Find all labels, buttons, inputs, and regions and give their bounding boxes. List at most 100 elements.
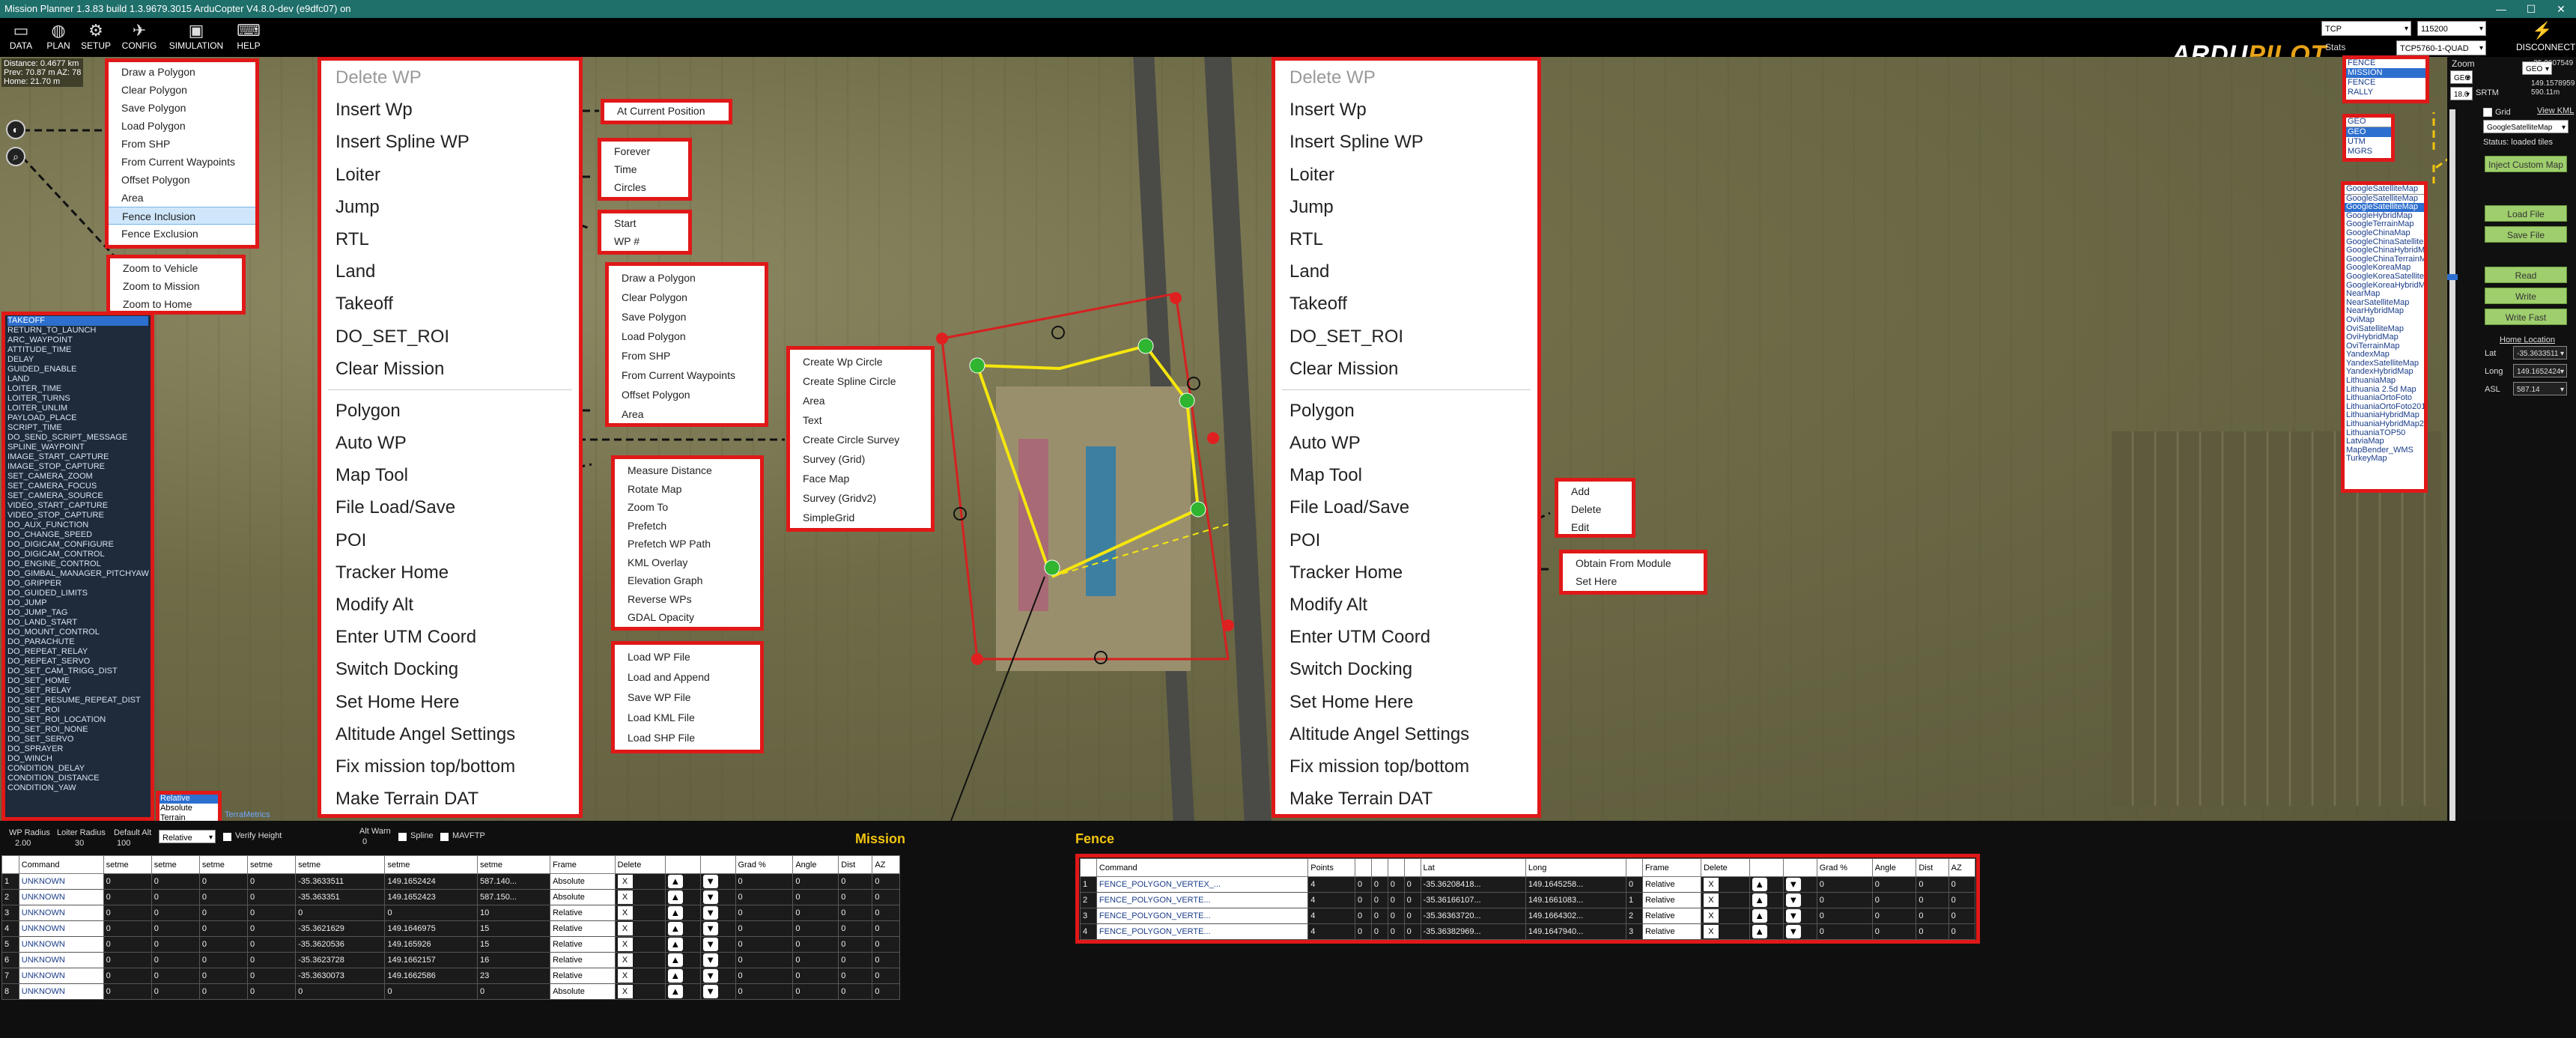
menu-item[interactable]: Takeoff xyxy=(321,288,580,320)
table-cell[interactable]: 0 xyxy=(1816,923,1873,940)
command-option[interactable]: DO_DIGICAM_CONFIGURE xyxy=(7,540,148,550)
command-option[interactable]: PAYLOAD_PLACE xyxy=(7,413,148,423)
delete-button[interactable]: X xyxy=(1703,893,1719,907)
command-cell[interactable]: FENCE_POLYGON_VERTEX_... xyxy=(1096,876,1309,893)
command-cell[interactable]: UNKNOWN xyxy=(18,889,104,905)
column-header[interactable]: Points xyxy=(1307,858,1355,877)
command-option[interactable]: DO_ENGINE_CONTROL xyxy=(7,559,148,569)
home-asl-input[interactable]: 587.14 xyxy=(2513,382,2567,398)
command-option[interactable]: LOITER_TURNS xyxy=(7,394,148,404)
table-cell[interactable]: 0 xyxy=(198,952,249,968)
table-cell[interactable]: 0 xyxy=(1816,892,1873,908)
delete-button[interactable]: X xyxy=(617,985,633,998)
table-cell[interactable]: 0 xyxy=(735,968,794,984)
command-option[interactable]: DO_SET_ROI_NONE xyxy=(7,725,148,735)
command-cell[interactable]: UNKNOWN xyxy=(18,983,104,1000)
command-option[interactable]: DO_JUMP_TAG xyxy=(7,608,148,618)
command-cell[interactable]: UNKNOWN xyxy=(18,936,104,953)
frame-cell[interactable]: Relative xyxy=(550,905,616,921)
delete-button[interactable]: X xyxy=(617,922,633,935)
table-cell[interactable]: 149.1646975 xyxy=(384,920,479,937)
table-cell[interactable]: 0 xyxy=(247,952,297,968)
table-cell[interactable]: 0 xyxy=(1370,923,1388,940)
table-cell[interactable]: -35.3621629 xyxy=(295,920,386,937)
table-cell[interactable]: 0 xyxy=(151,920,200,937)
menu-item[interactable]: Load WP File xyxy=(614,647,761,667)
table-cell[interactable]: 0 xyxy=(1916,876,1949,893)
move-up-icon[interactable]: ▲ xyxy=(667,890,683,904)
map-provider-selected[interactable]: GoogleSatelliteMap xyxy=(2345,185,2424,195)
table-cell[interactable]: 0 xyxy=(384,983,479,1000)
delete-button[interactable]: X xyxy=(1703,925,1719,938)
column-header[interactable]: Frame xyxy=(1641,858,1701,877)
menu-item[interactable]: Zoom To xyxy=(614,498,761,517)
command-option[interactable]: DELAY xyxy=(7,355,148,365)
command-option[interactable]: ATTITUDE_TIME xyxy=(7,345,148,355)
menu-item[interactable]: Insert Spline WP xyxy=(321,126,580,158)
column-header[interactable] xyxy=(1387,858,1405,877)
read-button[interactable]: Read xyxy=(2485,267,2567,283)
table-cell[interactable]: 0 xyxy=(838,936,873,953)
menu-item[interactable]: Clear Mission xyxy=(321,353,580,385)
table-cell[interactable]: 149.1661083... xyxy=(1525,892,1627,908)
move-up-icon[interactable]: ▲ xyxy=(667,906,683,920)
coord-option[interactable]: MGRS xyxy=(2345,147,2392,157)
menu-item[interactable]: Prefetch xyxy=(614,517,761,535)
frame-cell[interactable]: Relative xyxy=(550,920,616,937)
verify-height-checkbox[interactable] xyxy=(223,833,231,841)
command-dropdown-list[interactable]: TAKEOFF RETURN_TO_LAUNCH ARC_WAYPOINT ATTIT… xyxy=(4,315,151,818)
menu-item[interactable]: Jump xyxy=(321,191,580,223)
column-header[interactable]: Delete xyxy=(614,855,666,874)
midpoint-marker[interactable] xyxy=(1094,651,1108,664)
menu-item[interactable]: Offset Polygon xyxy=(108,171,256,189)
command-option[interactable]: DO_PARACHUTE xyxy=(7,637,148,647)
menu-item[interactable]: Fix mission top/bottom xyxy=(1275,750,1538,783)
table-cell[interactable]: 0 xyxy=(295,983,386,1000)
command-option[interactable]: ARC_WAYPOINT xyxy=(7,336,148,345)
move-down-icon[interactable]: ▼ xyxy=(1785,893,1801,907)
default-alt-input[interactable]: 100 xyxy=(117,839,130,848)
table-cell[interactable]: -35.363351 xyxy=(295,889,386,905)
column-header[interactable]: setme xyxy=(198,855,249,874)
layer-option[interactable]: FENCE xyxy=(2345,58,2426,68)
menu-item[interactable]: DO_SET_ROI xyxy=(1275,321,1538,353)
menu-item[interactable]: Insert Wp xyxy=(1275,94,1538,126)
map-provider-option[interactable]: LithuaniaMap xyxy=(2345,376,2424,386)
menu-item[interactable]: Save Polygon xyxy=(108,99,256,117)
table-row[interactable]: 1 UNKNOWN 0 0 0 0 -35.3633511 149.1652424 587.14… xyxy=(1,873,900,890)
menu-item[interactable]: Text xyxy=(789,410,932,430)
save-file-button[interactable]: Save File xyxy=(2485,226,2567,243)
table-cell[interactable]: 587.150... xyxy=(477,889,551,905)
table-cell[interactable]: 0 xyxy=(1403,923,1421,940)
command-option[interactable]: CONDITION_YAW xyxy=(7,783,148,793)
menu-item[interactable]: Zoom to Home xyxy=(109,295,243,313)
menu-item[interactable]: RTL xyxy=(321,223,580,255)
table-cell[interactable]: 149.1645258... xyxy=(1525,876,1627,893)
table-cell[interactable]: -35.3633511 xyxy=(295,873,386,890)
table-cell[interactable]: 0 xyxy=(1403,908,1421,924)
column-header[interactable]: Frame xyxy=(550,855,616,874)
table-cell[interactable]: 0 xyxy=(735,983,794,1000)
table-cell[interactable]: 0 xyxy=(735,889,794,905)
move-up-icon[interactable]: ▲ xyxy=(667,953,683,967)
table-cell[interactable]: 0 xyxy=(792,952,839,968)
move-down-icon[interactable]: ▼ xyxy=(702,953,718,967)
table-cell[interactable]: 0 xyxy=(151,952,200,968)
menu-item[interactable]: Area xyxy=(608,404,765,424)
column-header[interactable]: Angle xyxy=(1871,858,1917,877)
table-cell[interactable]: 0 xyxy=(103,920,152,937)
move-up-icon[interactable]: ▲ xyxy=(1752,878,1767,891)
menu-item[interactable]: Zoom to Vehicle xyxy=(109,259,243,277)
table-cell[interactable]: 4 xyxy=(1307,892,1355,908)
table-cell[interactable]: 0 xyxy=(1354,876,1372,893)
table-row[interactable]: 2 FENCE_POLYGON_VERTE... 4 0 0 0 0 -35.36166107… xyxy=(1080,892,1976,908)
menu-item[interactable]: Polygon xyxy=(321,395,580,427)
table-row[interactable]: 2 UNKNOWN 0 0 0 0 -35.363351 149.1652423 587.150… xyxy=(1,889,900,905)
fence-vertex-marker[interactable] xyxy=(936,333,948,345)
menu-item[interactable]: DO_SET_ROI xyxy=(321,321,580,353)
table-cell[interactable]: 0 xyxy=(1816,876,1873,893)
move-down-icon[interactable]: ▼ xyxy=(702,890,718,904)
waypoint-marker[interactable] xyxy=(969,357,985,374)
map-provider-option[interactable]: NearMap xyxy=(2345,290,2424,299)
column-header[interactable]: Long xyxy=(1525,858,1627,877)
